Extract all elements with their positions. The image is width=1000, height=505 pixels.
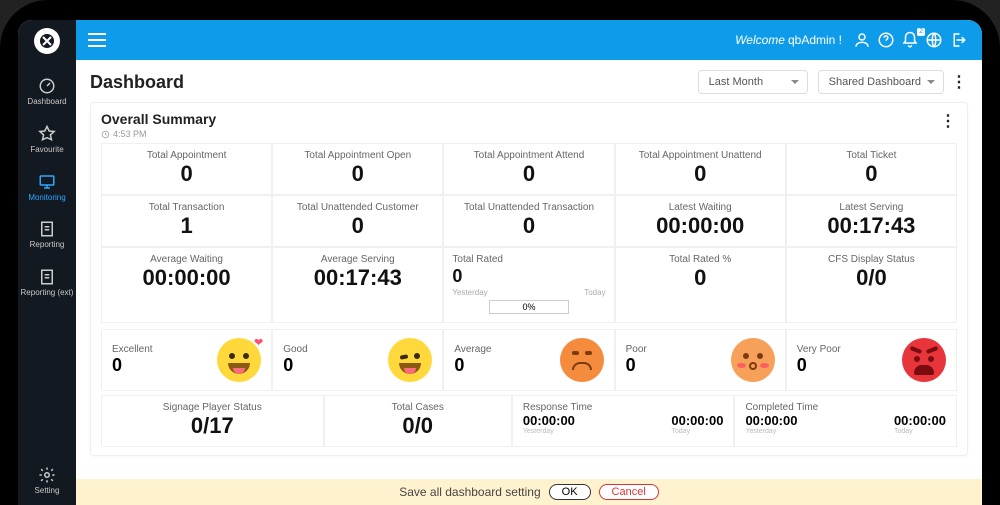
- stat-cell: Average Serving00:17:43: [272, 247, 443, 323]
- stat-cell: Total Appointment Open0: [272, 143, 443, 195]
- save-bar: Save all dashboard setting OK Cancel: [76, 479, 982, 505]
- feedback-poor: Poor0: [615, 329, 786, 391]
- user-icon: [853, 31, 871, 49]
- feedback-good: Good0: [272, 329, 443, 391]
- face-average-icon: [560, 338, 604, 382]
- sidebar-item-setting[interactable]: Setting: [18, 457, 76, 505]
- report-icon: [38, 220, 56, 238]
- stat-cell-completed-time: Completed Time 00:00:00Yesterday 00:00:0…: [734, 395, 957, 447]
- stat-cell: CFS Display Status0/0: [786, 247, 957, 323]
- logout-icon: [949, 31, 967, 49]
- card-timestamp: 4:53 PM: [101, 129, 216, 139]
- summary-row-3: Average Waiting00:00:00 Average Serving0…: [101, 247, 957, 323]
- feedback-very-poor: Very Poor0: [786, 329, 957, 391]
- stat-cell: Signage Player Status0/17: [101, 395, 324, 447]
- globe-icon: [925, 31, 943, 49]
- stat-cell-response-time: Response Time 00:00:00Yesterday 00:00:00…: [512, 395, 735, 447]
- stat-cell: Latest Serving00:17:43: [786, 195, 957, 247]
- menu-icon: [88, 33, 106, 47]
- help-button[interactable]: [874, 31, 898, 49]
- sidebar-item-label: Setting: [35, 487, 60, 496]
- stat-cell: Total Appointment0: [101, 143, 272, 195]
- star-icon: [38, 125, 56, 143]
- sidebar-item-label: Dashboard: [27, 98, 66, 107]
- stat-cell: Total Ticket0: [786, 143, 957, 195]
- face-excellent-icon: ❤: [217, 338, 261, 382]
- sidebar-item-monitoring[interactable]: Monitoring: [18, 164, 76, 212]
- page-menu-button[interactable]: ⋮: [950, 72, 968, 92]
- sidebar-item-dashboard[interactable]: Dashboard: [18, 68, 76, 116]
- app-logo: [34, 28, 60, 54]
- view-dropdown[interactable]: Shared Dashboard: [818, 70, 944, 94]
- hamburger-button[interactable]: [88, 33, 106, 47]
- face-very-poor-icon: [902, 338, 946, 382]
- sidebar-item-label: Favourite: [30, 146, 63, 155]
- stat-cell: Total Cases0/0: [324, 395, 512, 447]
- stat-cell: Total Appointment Attend0: [443, 143, 614, 195]
- face-good-icon: [388, 338, 432, 382]
- overall-summary-card: Overall Summary 4:53 PM ⋮ Total Appointm…: [90, 102, 968, 456]
- page-title: Dashboard: [90, 72, 184, 93]
- cancel-button[interactable]: Cancel: [599, 484, 659, 500]
- feedback-average: Average0: [443, 329, 614, 391]
- summary-row-5: Signage Player Status0/17 Total Cases0/0…: [101, 395, 957, 447]
- sidebar: Dashboard Favourite Monitoring Reporting…: [18, 20, 76, 505]
- feedback-row: Excellent0 ❤ Good0 Average0 Poor0: [101, 329, 957, 391]
- stat-cell: Total Transaction1: [101, 195, 272, 247]
- clock-icon: [101, 130, 110, 139]
- stat-cell: Average Waiting00:00:00: [101, 247, 272, 323]
- sidebar-item-reporting[interactable]: Reporting: [18, 211, 76, 259]
- stat-cell: Total Unattended Customer0: [272, 195, 443, 247]
- sidebar-item-label: Reporting: [30, 241, 65, 250]
- card-title: Overall Summary: [101, 111, 216, 127]
- gauge-icon: [38, 77, 56, 95]
- stat-cell: Total Appointment Unattend0: [615, 143, 786, 195]
- help-icon: [877, 31, 895, 49]
- feedback-excellent: Excellent0 ❤: [101, 329, 272, 391]
- sidebar-item-label: Reporting (ext): [21, 289, 74, 298]
- rated-progress: 0%: [489, 300, 569, 314]
- report-ext-icon: [38, 268, 56, 286]
- save-bar-text: Save all dashboard setting: [399, 485, 540, 499]
- notifications-button[interactable]: 2: [898, 31, 922, 49]
- card-menu-button[interactable]: ⋮: [939, 111, 957, 131]
- sidebar-item-reporting-ext[interactable]: Reporting (ext): [18, 259, 76, 307]
- gear-icon: [38, 466, 56, 484]
- globe-button[interactable]: [922, 31, 946, 49]
- monitor-icon: [38, 173, 56, 191]
- summary-row-2: Total Transaction1 Total Unattended Cust…: [101, 195, 957, 247]
- topbar: WelcomeqbAdmin ! 2: [76, 20, 982, 60]
- user-button[interactable]: [850, 31, 874, 49]
- face-poor-icon: [731, 338, 775, 382]
- sidebar-item-favourite[interactable]: Favourite: [18, 116, 76, 164]
- stat-cell: Total Rated %0: [615, 247, 786, 323]
- welcome-text: WelcomeqbAdmin !: [735, 33, 842, 47]
- summary-row-1: Total Appointment0 Total Appointment Ope…: [101, 143, 957, 195]
- stat-cell: Total Unattended Transaction0: [443, 195, 614, 247]
- stat-cell: Latest Waiting00:00:00: [615, 195, 786, 247]
- sidebar-item-label: Monitoring: [28, 194, 65, 203]
- ok-button[interactable]: OK: [549, 484, 591, 500]
- stat-cell-total-rated: Total Rated 0 YesterdayToday 0%: [443, 247, 614, 323]
- range-dropdown[interactable]: Last Month: [698, 70, 808, 94]
- logout-button[interactable]: [946, 31, 970, 49]
